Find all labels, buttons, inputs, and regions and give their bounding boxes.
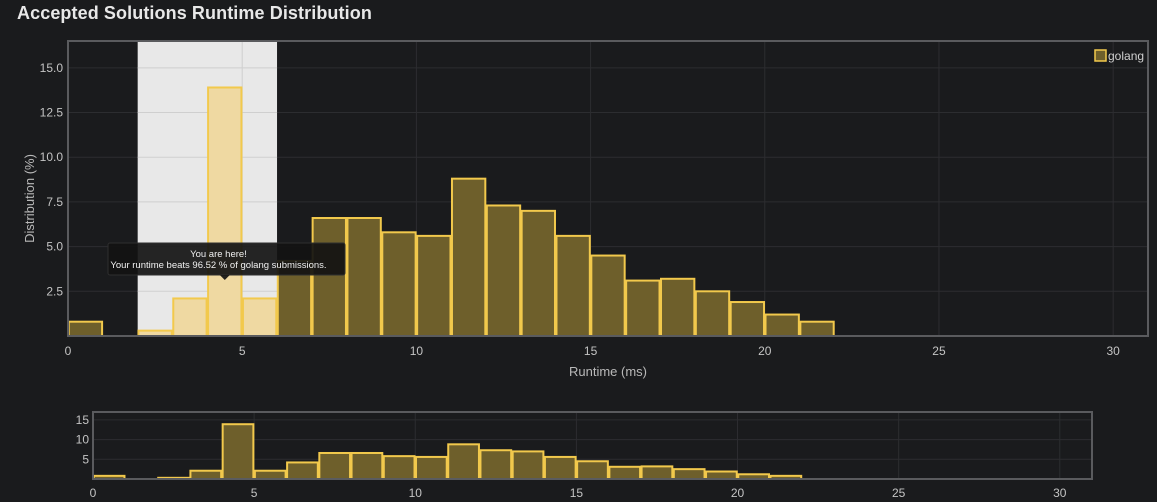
histogram-bar[interactable]	[799, 320, 835, 337]
histogram-bar[interactable]	[67, 320, 104, 337]
histogram-bar[interactable]	[729, 301, 766, 337]
x-axis-title: Runtime (ms)	[569, 364, 647, 379]
histogram-bar[interactable]	[520, 209, 556, 337]
histogram-bar[interactable]	[555, 234, 591, 337]
runtime-distribution-chart[interactable]: 2.5 5.0 7.5 10.0 12.5 15.0 0 5 10 15 20 25 30 Runtime…	[0, 0, 1157, 502]
navigator-bar	[447, 443, 480, 481]
navigator-x-tick-label: 30	[1053, 486, 1067, 500]
navigator-bar	[511, 450, 545, 481]
histogram-bar[interactable]	[625, 279, 661, 337]
y-tick-label: 12.5	[40, 106, 64, 120]
navigator-bar	[479, 449, 513, 480]
histogram-bar[interactable]	[660, 277, 696, 337]
highlighted-bar[interactable]	[207, 86, 243, 337]
x-tick-label: 20	[758, 344, 772, 358]
navigator-x-tick-label: 5	[251, 486, 258, 500]
highlighted-bar[interactable]	[172, 297, 208, 338]
navigator-bar	[576, 460, 609, 481]
navigator-bar	[350, 451, 384, 480]
navigator-x-tick-label: 20	[731, 486, 745, 500]
y-tick-label: 15.0	[40, 61, 64, 75]
navigator-bar	[253, 469, 287, 481]
histogram-bar[interactable]	[485, 204, 522, 337]
y-tick-label: 2.5	[46, 284, 63, 298]
navigator-bar	[543, 455, 577, 481]
histogram-bar[interactable]	[416, 234, 452, 337]
y-tick-label: 7.5	[46, 195, 63, 209]
navigator-x-tick-label: 0	[90, 486, 97, 500]
histogram-bar[interactable]	[311, 217, 347, 337]
histogram-bar[interactable]	[381, 231, 417, 337]
x-tick-label: 15	[584, 344, 598, 358]
histogram-bar[interactable]	[346, 217, 382, 337]
navigator-bar	[382, 455, 416, 480]
navigator-bar	[221, 423, 255, 481]
legend-swatch[interactable]	[1094, 49, 1107, 62]
navigator-bar	[318, 451, 352, 480]
navigator-y-tick-label: 5	[82, 452, 89, 466]
tooltip-title: You are here!	[190, 249, 247, 260]
x-tick-label: 0	[65, 344, 72, 358]
histogram-bar[interactable]	[450, 177, 487, 337]
highlighted-bar[interactable]	[241, 297, 278, 338]
histogram-bar[interactable]	[694, 290, 731, 338]
navigator-bar	[672, 468, 706, 481]
legend-label: golang	[1108, 49, 1144, 63]
tooltip-message: Your runtime beats 96.52 % of golang sub…	[110, 260, 326, 271]
navigator-bar	[415, 455, 448, 481]
navigator-x-tick-label: 25	[892, 486, 906, 500]
histogram-bar[interactable]	[764, 313, 800, 337]
navigator-y-tick-label: 10	[76, 433, 90, 447]
navigator-x-tick-label: 10	[409, 486, 423, 500]
histogram-bar[interactable]	[590, 254, 626, 337]
x-tick-label: 25	[932, 344, 946, 358]
navigator-bar	[640, 465, 674, 481]
x-tick-label: 5	[239, 344, 246, 358]
y-axis-title: Distribution (%)	[22, 154, 37, 243]
navigator-y-tick-label: 15	[76, 413, 90, 427]
navigator-bar	[189, 469, 223, 481]
navigator-x-tick-label: 15	[570, 486, 584, 500]
navigator-bar	[608, 465, 642, 480]
y-tick-label: 5.0	[46, 240, 63, 254]
y-tick-label: 10.0	[40, 150, 64, 164]
navigator-bar	[286, 461, 319, 480]
x-tick-label: 30	[1106, 344, 1120, 358]
x-tick-label: 10	[410, 344, 424, 358]
navigator-bar	[705, 470, 738, 481]
